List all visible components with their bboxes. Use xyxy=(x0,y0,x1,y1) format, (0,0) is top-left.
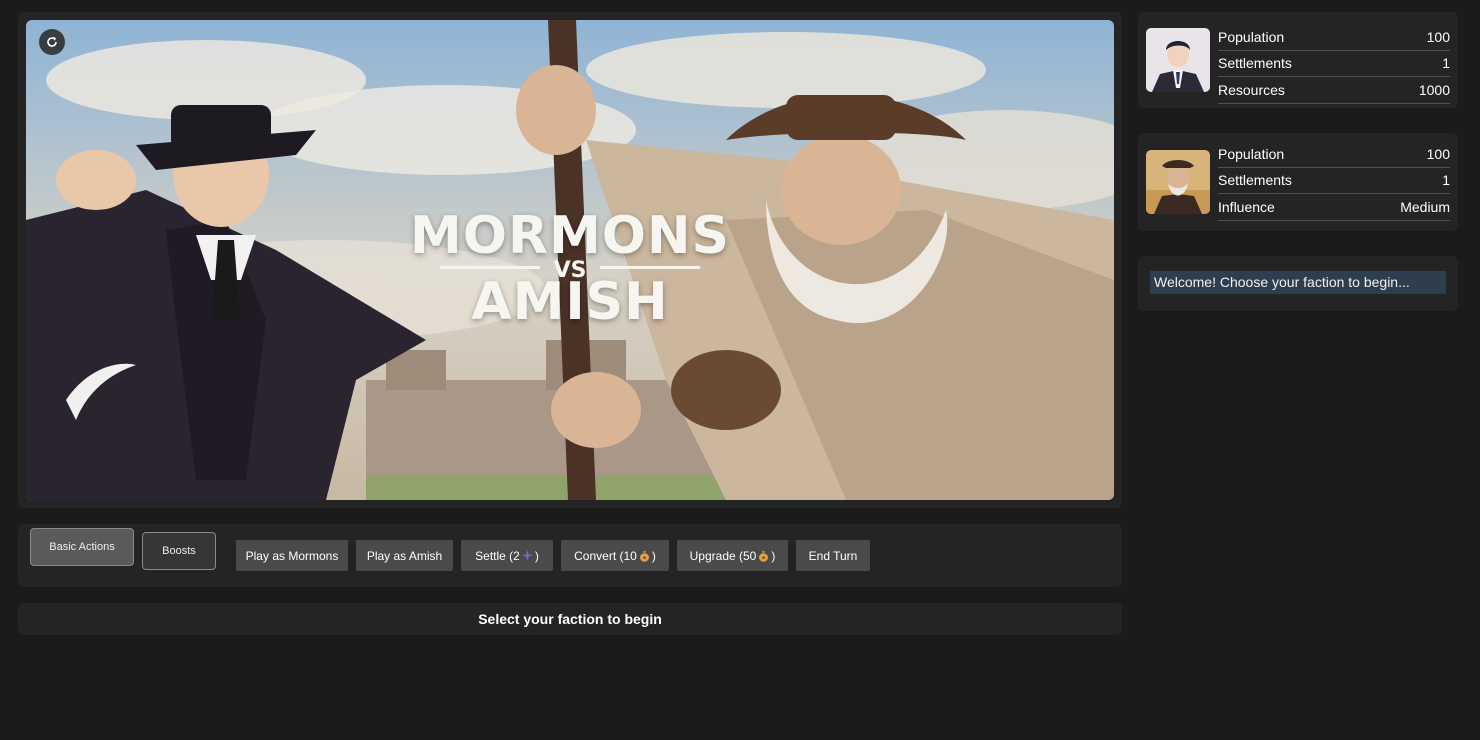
amish-stats-list: Population 100 Settlements 1 Influence M… xyxy=(1218,141,1450,221)
stat-value: 100 xyxy=(1426,28,1450,45)
stat-value: 100 xyxy=(1426,145,1450,162)
convert-close: ) xyxy=(651,548,656,563)
stat-label: Settlements xyxy=(1218,55,1292,72)
stat-label: Settlements xyxy=(1218,172,1292,189)
end-turn-button[interactable]: End Turn xyxy=(796,540,870,571)
stat-label: Influence xyxy=(1218,198,1275,215)
stat-row-population: Population 100 xyxy=(1218,141,1450,168)
mormons-stats-card: Population 100 Settlements 1 Resources 1… xyxy=(1138,12,1458,108)
settle-close: ) xyxy=(534,548,539,563)
upgrade-label: Upgrade (50 xyxy=(689,548,757,563)
upgrade-close: ) xyxy=(771,548,776,563)
play-as-amish-button[interactable]: Play as Amish xyxy=(356,540,453,571)
amish-stats-card: Population 100 Settlements 1 Influence M… xyxy=(1138,133,1458,231)
stat-value: 1 xyxy=(1442,172,1450,189)
hero-illustration xyxy=(26,20,1114,500)
tab-boosts[interactable]: Boosts xyxy=(142,532,216,570)
game-log: Welcome! Choose your faction to begin... xyxy=(1138,256,1458,311)
money-bag-icon xyxy=(639,550,649,562)
stat-label: Resources xyxy=(1218,81,1285,98)
log-message: Welcome! Choose your faction to begin... xyxy=(1150,271,1446,294)
mormons-avatar xyxy=(1146,28,1210,92)
stat-value: 1000 xyxy=(1418,81,1450,98)
tab-basic-actions[interactable]: Basic Actions xyxy=(30,528,134,566)
money-bag-icon xyxy=(759,550,769,562)
convert-label: Convert (10 xyxy=(574,548,637,563)
purple-sparkle-icon xyxy=(521,550,533,561)
play-as-mormons-button[interactable]: Play as Mormons xyxy=(236,540,348,571)
stat-row-settlements: Settlements 1 xyxy=(1218,51,1450,77)
stat-label: Population xyxy=(1218,145,1285,162)
stat-label: Population xyxy=(1218,28,1285,45)
action-bar: Basic Actions Boosts Play as Mormons Pla… xyxy=(18,524,1122,587)
stat-row-resources: Resources 1000 xyxy=(1218,77,1450,104)
amish-avatar xyxy=(1146,150,1210,214)
stat-row-settlements: Settlements 1 xyxy=(1218,168,1450,194)
convert-button[interactable]: Convert (10 ) xyxy=(561,540,669,571)
hero-panel: MORMONS VS AMISH xyxy=(18,12,1122,508)
status-message: Select your faction to begin xyxy=(18,603,1122,635)
stat-value: 1 xyxy=(1442,55,1450,72)
hero-image: MORMONS VS AMISH xyxy=(26,20,1114,500)
stat-row-population: Population 100 xyxy=(1218,24,1450,51)
mormons-stats-list: Population 100 Settlements 1 Resources 1… xyxy=(1218,24,1450,104)
refresh-icon xyxy=(47,36,57,47)
settle-label: Settle (2 xyxy=(475,548,520,563)
refresh-button[interactable] xyxy=(39,29,65,55)
stat-value: Medium xyxy=(1400,198,1450,215)
upgrade-button[interactable]: Upgrade (50 ) xyxy=(677,540,788,571)
stat-row-influence: Influence Medium xyxy=(1218,194,1450,221)
settle-button[interactable]: Settle (2 ) xyxy=(461,540,553,571)
